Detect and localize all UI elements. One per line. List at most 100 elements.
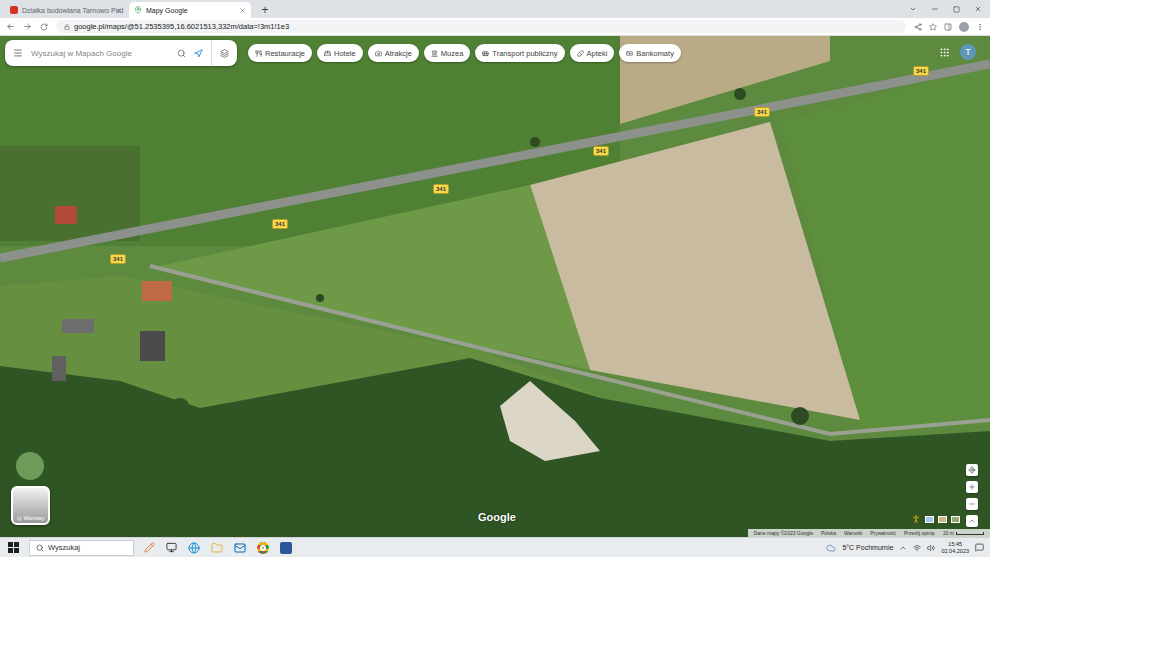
scale-label: 20 m [943,530,954,536]
menu-icon[interactable] [13,48,23,58]
account-area: T [939,44,976,60]
category-icon [255,50,262,57]
menu-dots-icon[interactable] [976,23,984,31]
reload-icon[interactable] [40,23,48,31]
screen: Działka budowlana Tarnowo Pod Mapy Google… [0,0,990,557]
expand-button[interactable] [966,515,978,527]
folder-icon[interactable] [211,542,223,554]
footer-link: Dane mapy ©2023 Google [754,530,813,536]
category-chip[interactable]: Transport publiczny [475,44,564,62]
scale-bar [956,532,984,535]
close-icon[interactable] [239,7,246,14]
address-text: google.pl/maps/@51.2535395,16.6021513,33… [74,22,289,31]
window-controls [909,0,990,18]
taskbar-search[interactable]: Wyszukaj [29,540,134,556]
chrome-icon[interactable] [257,542,269,554]
tab-strip: Działka budowlana Tarnowo Pod Mapy Google… [0,0,990,18]
weather-text[interactable]: 5°C Pochmurnie [842,544,893,551]
zoom-in-button[interactable] [966,481,978,493]
search-side-button[interactable] [211,40,237,66]
footer-link[interactable]: Prześlij opinię [904,530,935,536]
scale[interactable]: 20 m [943,530,984,536]
address-bar[interactable]: google.pl/maps/@51.2535395,16.6021513,33… [56,20,906,33]
chip-label: Restauracje [265,49,305,58]
category-icon [375,50,382,57]
forward-icon[interactable] [23,22,32,31]
category-chip[interactable]: Muzea [424,44,471,62]
date: 02.04.2023 [941,548,969,555]
back-icon[interactable] [6,22,15,31]
category-icon [482,50,489,57]
lock-icon [64,24,70,30]
maximize-icon[interactable] [953,6,960,13]
chevron-up-icon[interactable] [899,544,907,552]
site-icon [10,6,18,14]
close-window-icon[interactable] [974,5,982,13]
weather-icon[interactable] [826,543,836,553]
category-chip[interactable]: Apteki [570,44,615,62]
browser-tab[interactable]: Działka budowlana Tarnowo Pod [5,2,127,18]
apps-grid-icon[interactable] [939,47,950,58]
layers-button[interactable]: Warstwy [11,486,50,525]
locate-button[interactable] [966,464,978,476]
category-icon [577,50,584,57]
time: 15:45 [948,541,962,548]
category-chip[interactable]: Bankomaty [619,44,681,62]
view-thumb[interactable] [925,516,934,523]
footer-link[interactable]: Warunki [844,530,862,536]
layers-small-icon [220,49,229,58]
road-label: 341 [913,66,929,76]
road-label: 341 [593,146,609,156]
category-icon [431,50,438,57]
search-icon [36,544,44,552]
minimize-icon[interactable] [931,5,939,13]
pegman-icon[interactable] [911,514,921,524]
star-icon[interactable] [929,23,937,31]
chevron-down-icon[interactable] [909,5,917,13]
zoom-out-button[interactable] [966,498,978,510]
browser-toolbar: google.pl/maps/@51.2535395,16.6021513,33… [0,18,990,36]
road-label: 341 [272,219,288,229]
wifi-icon[interactable] [913,544,921,552]
google-logo: Google [478,511,516,523]
footer-link[interactable]: Polska [821,530,836,536]
road-label: 341 [433,184,449,194]
category-chip[interactable]: Restauracje [248,44,312,62]
footer-link[interactable]: Prywatność [870,530,896,536]
chip-label: Muzea [441,49,464,58]
clock[interactable]: 15:4502.04.2023 [941,541,969,555]
chip-label: Atrakcje [385,49,412,58]
close-icon[interactable] [115,7,122,14]
volume-icon[interactable] [927,544,935,552]
map-search[interactable]: Wyszukaj w Mapach Google [5,40,237,66]
new-tab-button[interactable]: + [257,2,273,18]
share-icon[interactable] [914,23,922,31]
edge-icon[interactable] [188,542,200,554]
plus-icon [968,483,976,491]
view-thumb[interactable] [938,516,947,523]
side-panel-icon[interactable] [944,23,952,31]
account-avatar[interactable]: T [960,44,976,60]
tab-label: Działka budowlana Tarnowo Pod [22,7,111,14]
locate-icon [968,466,976,474]
search-icon[interactable] [177,49,186,58]
system-tray: 5°C Pochmurnie 15:4502.04.2023 [826,541,984,555]
category-chip[interactable]: Atrakcje [368,44,419,62]
profile-icon[interactable] [959,22,969,32]
task-view-icon[interactable] [166,542,177,553]
chip-label: Bankomaty [636,49,674,58]
category-chips: Restauracje Hotele Atrakcje Muzea Transport … [248,44,681,62]
pen-icon[interactable] [144,542,155,553]
mail-icon[interactable] [234,542,246,554]
category-icon [324,50,331,57]
windows-start-icon[interactable] [8,542,19,553]
browser-tab[interactable]: Mapy Google [129,2,251,18]
road-label: 341 [110,254,126,264]
map[interactable]: Wyszukaj w Mapach Google Restauracje Hotel… [0,36,990,537]
view-thumb[interactable] [951,516,960,523]
category-chip[interactable]: Hotele [317,44,363,62]
chip-label: Transport publiczny [492,49,557,58]
notifications-icon[interactable] [975,543,984,552]
directions-icon[interactable] [194,49,203,58]
word-icon[interactable] [280,542,292,554]
